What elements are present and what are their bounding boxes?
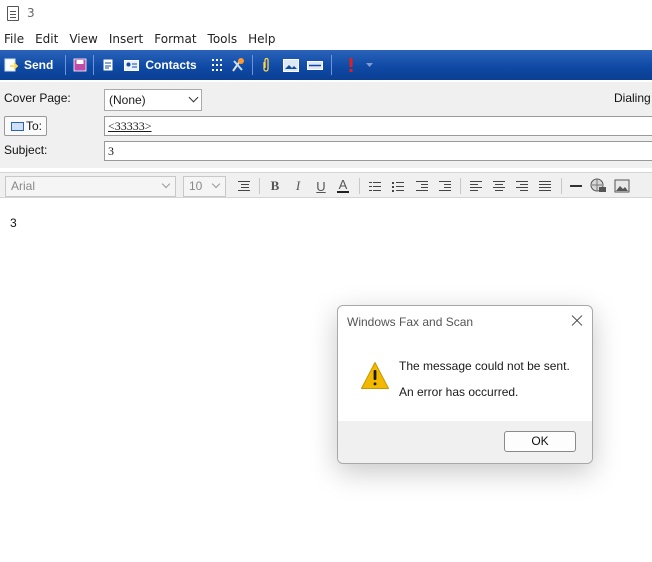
warning-icon (361, 362, 389, 389)
font-name-value: Arial (11, 179, 36, 193)
toolbar-separator (561, 178, 562, 194)
cover-page-label: Cover Page: (4, 91, 71, 105)
to-button-label: To: (26, 119, 43, 133)
bulleted-list-icon[interactable] (388, 176, 408, 196)
font-color-icon[interactable]: A (333, 176, 353, 196)
cover-page-value: (None) (109, 93, 146, 107)
chevron-down-icon (161, 179, 171, 189)
justify-icon[interactable] (535, 176, 555, 196)
toolbar-separator (259, 178, 260, 194)
font-size-select[interactable]: 10 (183, 176, 226, 197)
font-name-select[interactable]: Arial (5, 176, 176, 197)
error-dialog: Windows Fax and Scan The message could n… (337, 305, 593, 464)
paragraph-style-icon[interactable] (234, 176, 254, 196)
italic-icon[interactable]: I (288, 176, 308, 196)
insert-hyperlink-icon[interactable] (589, 176, 609, 196)
error-message: The message could not be sent. (399, 359, 570, 373)
insert-scan-icon[interactable] (306, 59, 323, 71)
menu-help[interactable]: Help (243, 32, 280, 46)
toolbar-separator (460, 178, 461, 194)
to-field[interactable]: <33333> (104, 116, 652, 136)
main-toolbar: Send Contacts (0, 50, 652, 80)
toolbar-separator (330, 55, 332, 75)
menu-tools[interactable]: Tools (203, 32, 243, 46)
underline-icon[interactable]: U (311, 176, 331, 196)
dialing-rules-icon[interactable] (211, 59, 222, 71)
chevron-down-icon (188, 92, 199, 103)
contacts-button[interactable]: Contacts (124, 53, 197, 77)
formatting-toolbar: Arial 10 B I U A (0, 172, 652, 198)
menu-edit[interactable]: Edit (30, 32, 63, 46)
contacts-label: Contacts (145, 58, 197, 72)
align-center-icon[interactable] (489, 176, 509, 196)
cover-page-icon[interactable] (102, 58, 114, 72)
error-detail: An error has occurred. (399, 385, 519, 399)
send-icon (4, 58, 18, 72)
subject-label: Subject: (4, 143, 48, 157)
toolbar-separator (65, 55, 67, 75)
cover-page-select[interactable]: (None) (104, 89, 202, 111)
subject-field[interactable]: 3 (104, 141, 652, 161)
message-body[interactable]: 3 (10, 216, 17, 230)
attachment-icon[interactable] (261, 57, 271, 73)
fax-document-icon (7, 6, 19, 21)
chevron-down-icon (211, 179, 221, 189)
align-left-icon[interactable] (466, 176, 486, 196)
priority-dropdown-icon[interactable] (365, 62, 373, 68)
window-title: 3 (27, 6, 35, 20)
increase-indent-icon[interactable] (435, 176, 455, 196)
align-right-icon[interactable] (512, 176, 532, 196)
toolbar-separator (251, 55, 253, 75)
scan-icon[interactable] (230, 57, 246, 73)
dialog-footer: OK (338, 421, 592, 463)
priority-icon[interactable] (348, 58, 354, 72)
horizontal-line-icon[interactable] (566, 176, 586, 196)
title-bar: 3 (0, 0, 652, 28)
toolbar-separator (93, 55, 95, 75)
dialing-button[interactable]: Dialing (614, 91, 651, 105)
menu-file[interactable]: File (0, 32, 29, 46)
menu-insert[interactable]: Insert (104, 32, 148, 46)
menu-bar: File Edit View Insert Format Tools Help (0, 29, 652, 49)
to-recipient[interactable]: <33333> (108, 119, 152, 133)
toolbar-separator (359, 178, 360, 194)
send-label: Send (24, 58, 54, 72)
decrease-indent-icon[interactable] (412, 176, 432, 196)
numbered-list-icon[interactable] (365, 176, 385, 196)
contact-card-icon (124, 59, 140, 71)
menu-format[interactable]: Format (149, 32, 201, 46)
address-book-icon (11, 122, 24, 131)
insert-picture-icon[interactable] (282, 58, 299, 72)
ok-button[interactable]: OK (504, 431, 576, 452)
close-icon[interactable] (566, 312, 588, 330)
menu-view[interactable]: View (64, 32, 102, 46)
fax-header-form: Cover Page: (None) Dialing To: <33333> S… (0, 82, 652, 168)
send-button[interactable]: Send (4, 53, 53, 77)
bold-icon[interactable]: B (265, 176, 285, 196)
insert-image-icon[interactable] (612, 176, 632, 196)
save-icon[interactable] (73, 58, 87, 72)
font-size-value: 10 (189, 179, 203, 193)
to-button[interactable]: To: (4, 116, 47, 136)
dialog-title: Windows Fax and Scan (347, 315, 474, 329)
